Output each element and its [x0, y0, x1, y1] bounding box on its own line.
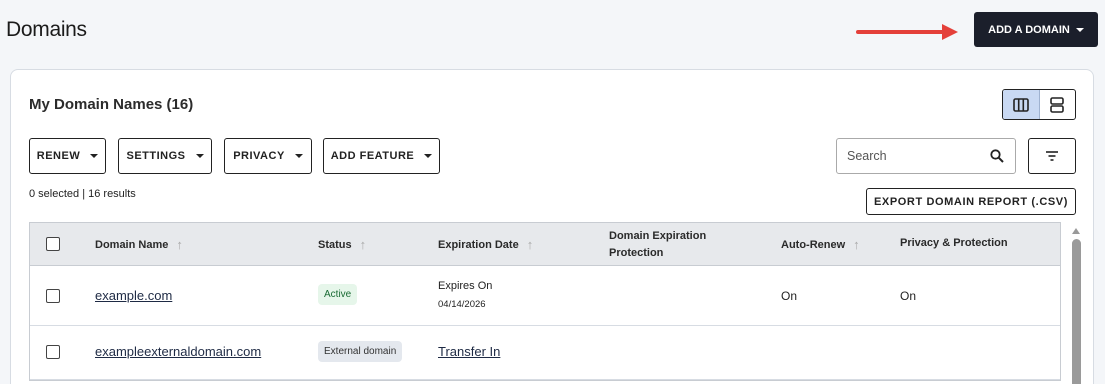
search-box	[836, 138, 1016, 174]
privacy-dropdown[interactable]: PRIVACY	[224, 138, 312, 174]
add-domain-label: ADD A DOMAIN	[988, 23, 1070, 36]
expires-date: 04/14/2026	[438, 299, 486, 310]
row-checkbox[interactable]	[46, 289, 60, 303]
renew-label: RENEW	[36, 150, 81, 162]
view-toggle	[1002, 89, 1076, 120]
add-feature-dropdown[interactable]: ADD FEATURE	[323, 138, 440, 174]
page-title: Domains	[6, 18, 87, 41]
column-privacy: Privacy & Protection	[900, 237, 1008, 249]
column-domain-label: Domain Name	[95, 238, 169, 251]
status-badge: External domain	[318, 341, 403, 362]
column-status[interactable]: Status ↑	[318, 237, 366, 252]
select-all-checkbox[interactable]	[46, 237, 60, 251]
column-privacy-label: Privacy & Protection	[900, 237, 1008, 249]
domains-table: Domain Name ↑ Status ↑ Expiration Date ↑…	[29, 222, 1061, 381]
expires-label: Expires On	[438, 280, 493, 292]
column-status-label: Status	[318, 238, 352, 251]
column-domain-name[interactable]: Domain Name ↑	[95, 237, 183, 252]
filter-icon	[1046, 151, 1058, 161]
column-view-button[interactable]	[1003, 90, 1040, 119]
scroll-up-arrow-icon[interactable]	[1072, 228, 1080, 234]
annotation-arrow-icon	[856, 24, 958, 40]
table-header: Domain Name ↑ Status ↑ Expiration Date ↑…	[30, 223, 1060, 266]
add-feature-label: ADD FEATURE	[330, 150, 415, 162]
caret-down-icon	[90, 154, 99, 158]
rows-icon	[1050, 96, 1065, 113]
column-auto-renew-label: Auto-Renew	[781, 238, 846, 251]
caret-down-icon	[195, 154, 204, 158]
privacy-value: On	[900, 289, 917, 303]
add-domain-button[interactable]: ADD A DOMAIN	[974, 12, 1098, 47]
sort-arrow-up-icon: ↑	[359, 237, 367, 252]
selection-summary: 0 selected | 16 results	[29, 188, 136, 200]
table-row: example.com Active Expires On 04/14/2026…	[30, 266, 1060, 326]
column-protection-label-line2: Protection	[609, 247, 664, 259]
column-expiration-label: Expiration Date	[438, 238, 519, 251]
columns-icon	[1012, 97, 1029, 112]
table-row: exampleexternaldomain.com External domai…	[30, 326, 1060, 380]
status-badge: Active	[318, 284, 358, 305]
filter-button[interactable]	[1028, 138, 1076, 174]
transfer-in-link[interactable]: Transfer In	[438, 344, 500, 359]
search-input[interactable]	[847, 149, 982, 163]
export-report-button[interactable]: EXPORT DOMAIN REPORT (.CSV)	[866, 188, 1076, 215]
row-view-button[interactable]	[1040, 90, 1076, 119]
sort-arrow-up-icon: ↑	[853, 237, 860, 252]
column-protection-label-line1: Domain Expiration	[609, 230, 707, 242]
sort-arrow-up-icon: ↑	[176, 237, 183, 252]
scrollbar-thumb[interactable]	[1072, 239, 1081, 384]
sort-arrow-up-icon: ↑	[526, 237, 534, 252]
renew-dropdown[interactable]: RENEW	[29, 138, 106, 174]
column-expiration-date[interactable]: Expiration Date ↑	[438, 237, 533, 252]
caret-down-icon	[424, 154, 433, 158]
domain-link[interactable]: example.com	[95, 288, 172, 303]
settings-dropdown[interactable]: SETTINGS	[118, 138, 212, 174]
search-icon[interactable]	[990, 149, 1004, 163]
card-title: My Domain Names (16)	[29, 96, 194, 113]
settings-label: SETTINGS	[126, 150, 186, 162]
domains-card: My Domain Names (16) RENEW SETTINGS PRIV…	[10, 69, 1094, 384]
auto-renew-value: On	[781, 289, 798, 303]
domain-link[interactable]: exampleexternaldomain.com	[95, 344, 261, 359]
column-expiration-protection: Domain Expiration Protection	[609, 228, 706, 262]
row-checkbox[interactable]	[46, 345, 60, 359]
caret-down-icon	[294, 154, 303, 158]
caret-down-icon	[1075, 27, 1084, 32]
privacy-label: PRIVACY	[233, 150, 285, 162]
column-auto-renew[interactable]: Auto-Renew ↑	[781, 237, 860, 252]
